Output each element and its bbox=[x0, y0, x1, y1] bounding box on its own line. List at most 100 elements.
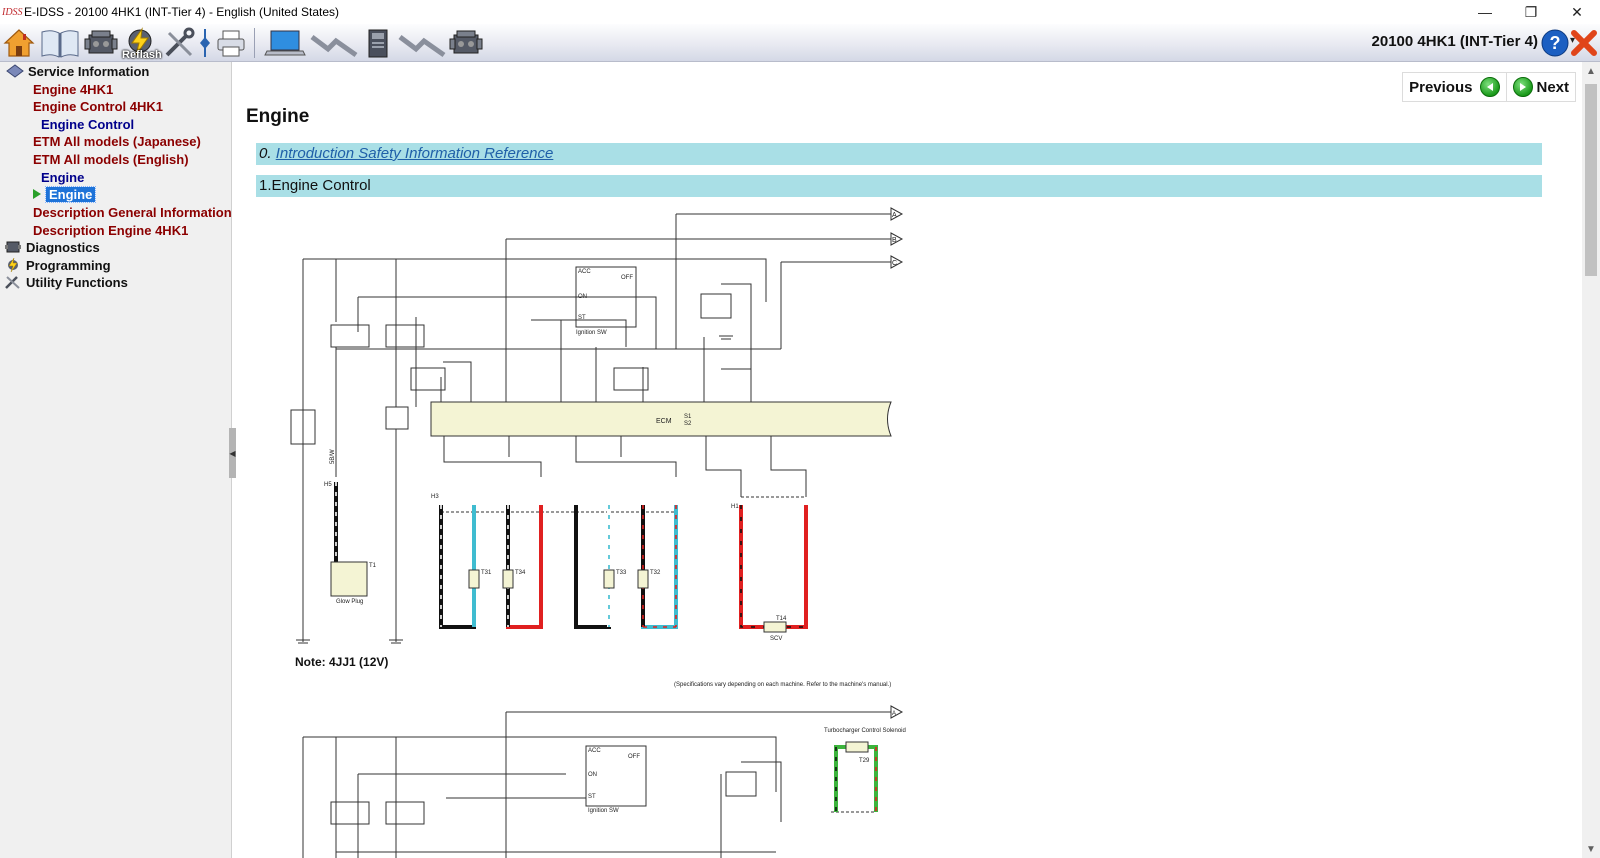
service-manual-button[interactable] bbox=[38, 26, 82, 60]
svg-text:S2: S2 bbox=[684, 421, 692, 427]
ignition-switch-label: Ignition SW bbox=[576, 330, 607, 336]
svg-text:T1: T1 bbox=[369, 563, 377, 569]
help-button[interactable]: ? ▾ bbox=[1540, 28, 1575, 63]
vertical-scrollbar[interactable]: ▲ ▼ bbox=[1582, 62, 1600, 858]
wire-1-25r bbox=[506, 505, 543, 629]
tree-item-engine-selected[interactable]: Engine bbox=[32, 186, 97, 203]
wire-1-25b bbox=[574, 505, 611, 629]
tree-item-engine[interactable]: Engine bbox=[41, 169, 84, 186]
home-button[interactable] bbox=[2, 26, 36, 60]
vehicle-engine-button[interactable] bbox=[449, 26, 483, 60]
svg-text:ON: ON bbox=[588, 772, 597, 778]
play-arrow-icon bbox=[33, 189, 41, 199]
interface-device-button[interactable] bbox=[361, 26, 395, 60]
section-title: Engine Control bbox=[271, 177, 371, 194]
svg-text:T31: T31 bbox=[481, 570, 492, 576]
tools-icon bbox=[5, 276, 20, 289]
tree-item-service-information[interactable]: Service Information bbox=[6, 63, 149, 80]
separator-button[interactable] bbox=[198, 26, 212, 60]
section-number: 1. bbox=[259, 177, 272, 194]
svg-text:5B/W: 5B/W bbox=[330, 449, 336, 464]
tools-button[interactable] bbox=[162, 26, 196, 60]
turbo-solenoid bbox=[845, 741, 869, 753]
navigation-tree: Service Information Engine 4HK1 Engine C… bbox=[0, 62, 232, 858]
content-pane: Previous Next Engine 0. Introduction Saf… bbox=[236, 62, 1582, 858]
engine-icon bbox=[449, 30, 483, 53]
introduction-safety-link[interactable]: Introduction Safety Information Referenc… bbox=[276, 145, 554, 162]
svg-text:T34: T34 bbox=[515, 570, 526, 576]
exit-button[interactable] bbox=[1570, 28, 1598, 63]
toolbar-separator bbox=[254, 27, 255, 58]
engine-button[interactable] bbox=[84, 26, 118, 60]
home-icon bbox=[3, 28, 35, 57]
scroll-down-arrow-icon[interactable]: ▼ bbox=[1582, 840, 1600, 858]
diagnostics-icon bbox=[5, 241, 21, 253]
page-title: Engine bbox=[246, 106, 310, 127]
next-label: Next bbox=[1536, 78, 1569, 96]
scv-label: SCV bbox=[770, 636, 782, 642]
svg-text:H1: H1 bbox=[731, 504, 739, 510]
svg-text:ACC: ACC bbox=[588, 748, 601, 754]
reflash-label: Reflash bbox=[122, 48, 162, 61]
print-button[interactable] bbox=[214, 26, 248, 60]
reflash-button[interactable]: Reflash bbox=[120, 26, 162, 61]
scroll-up-arrow-icon[interactable]: ▲ bbox=[1582, 62, 1600, 80]
app-logo-icon: IDSS bbox=[2, 6, 23, 18]
help-icon: ? bbox=[1541, 29, 1569, 57]
laptop-button[interactable] bbox=[263, 26, 307, 60]
book-icon bbox=[6, 64, 24, 78]
svg-text:H5: H5 bbox=[324, 482, 332, 488]
manual-icon bbox=[41, 29, 79, 58]
sidebar-splitter[interactable]: ◀ bbox=[229, 428, 236, 478]
wire-1-25lr bbox=[641, 505, 678, 629]
close-icon bbox=[1571, 30, 1597, 56]
tree-item-engine-4hk1[interactable]: Engine 4HK1 bbox=[33, 81, 113, 98]
application-window: IDSS E-IDSS - 20100 4HK1 (INT-Tier 4) - … bbox=[0, 0, 1600, 858]
wiring-diagram-4hk1: A Turbocharger Control Solenoid ACC OFF … bbox=[302, 705, 906, 858]
next-button[interactable]: Next bbox=[1506, 73, 1575, 101]
wire-1-25bw bbox=[439, 505, 476, 629]
svg-text:ST: ST bbox=[588, 794, 596, 800]
svg-text:OFF: OFF bbox=[621, 275, 633, 281]
tools-icon bbox=[165, 27, 195, 56]
ecm-label: ECM bbox=[656, 418, 672, 425]
tree-item-etm-japanese[interactable]: ETM All models (Japanese) bbox=[33, 133, 201, 150]
glow-plug bbox=[330, 561, 368, 597]
tree-item-programming[interactable]: Programming bbox=[4, 257, 111, 274]
toolbar: Reflash 20100 4HK1 (INT-Tier 4) ? ▾ bbox=[0, 24, 1600, 62]
svg-text:A: A bbox=[892, 711, 896, 717]
vehicle-model-label: 20100 4HK1 (INT-Tier 4) bbox=[1371, 33, 1538, 50]
previous-label: Previous bbox=[1409, 78, 1473, 96]
tree-item-utility-functions[interactable]: Utility Functions bbox=[4, 274, 128, 291]
minimize-button[interactable]: — bbox=[1462, 0, 1508, 24]
svg-text:T33: T33 bbox=[616, 570, 627, 576]
tree-item-description-general[interactable]: Description General Information bbox=[33, 204, 231, 221]
specification-note: (Specifications vary depending on each m… bbox=[674, 682, 892, 688]
svg-text:T32: T32 bbox=[650, 570, 661, 576]
wiring-diagram-4jj1: A B C ACC OFF ON ST Ignition SW 5B/W ECM… bbox=[290, 207, 904, 644]
tree-item-etm-english[interactable]: ETM All models (English) bbox=[33, 151, 189, 168]
restore-button[interactable]: ❐ bbox=[1508, 0, 1554, 24]
scrollbar-thumb[interactable] bbox=[1585, 84, 1597, 276]
glow-plug-label: Glow Plug bbox=[336, 599, 363, 605]
tree-item-description-engine[interactable]: Description Engine 4HK1 bbox=[33, 222, 188, 239]
printer-icon bbox=[217, 30, 245, 56]
page-navigation: Previous Next bbox=[1402, 72, 1576, 102]
laptop-icon bbox=[264, 30, 306, 55]
section-introduction: 0. Introduction Safety Information Refer… bbox=[256, 143, 1542, 165]
vehicle-signal-button[interactable] bbox=[397, 26, 447, 60]
connector-b-label: B bbox=[892, 237, 897, 244]
connection-signal-button[interactable] bbox=[309, 26, 359, 60]
svg-text:ST: ST bbox=[578, 315, 586, 321]
tree-item-engine-control[interactable]: Engine Control bbox=[41, 116, 134, 133]
window-controls: — ❐ ✕ bbox=[1462, 0, 1600, 24]
turbo-solenoid-label: Turbocharger Control Solenoid bbox=[824, 728, 906, 734]
tree-item-engine-control-4hk1[interactable]: Engine Control 4HK1 bbox=[33, 98, 163, 115]
close-window-button[interactable]: ✕ bbox=[1554, 0, 1600, 24]
wire-0-75r bbox=[739, 505, 808, 629]
svg-text:S1: S1 bbox=[684, 414, 692, 420]
previous-button[interactable]: Previous bbox=[1403, 73, 1506, 101]
tree-item-diagnostics[interactable]: Diagnostics bbox=[4, 239, 100, 256]
device-icon bbox=[368, 29, 388, 57]
window-title: E-IDSS - 20100 4HK1 (INT-Tier 4) - Engli… bbox=[24, 5, 339, 19]
